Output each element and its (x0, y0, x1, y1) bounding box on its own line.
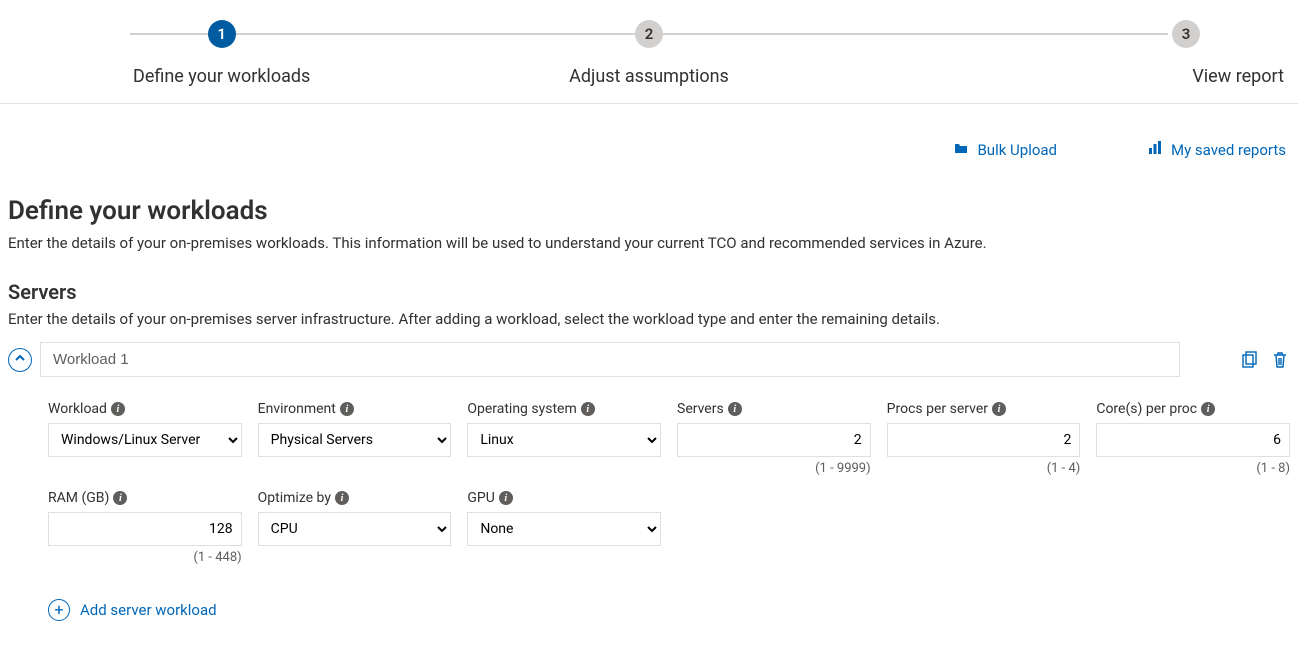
label-text: RAM (GB) (48, 490, 109, 506)
servers-input[interactable] (677, 423, 871, 457)
step-label: View report (1192, 66, 1284, 87)
servers-subtext: Enter the details of your on-premises se… (8, 310, 1290, 328)
stepper: 1 Define your workloads 2 Adjust assumpt… (0, 0, 1298, 104)
workload-name-input[interactable] (40, 342, 1180, 377)
info-icon[interactable]: i (111, 402, 125, 416)
field-label: Operating system i (467, 401, 661, 417)
main-content: Define your workloads Enter the details … (0, 168, 1298, 641)
info-icon[interactable]: i (335, 491, 349, 505)
field-label: GPU i (467, 490, 661, 506)
link-label: My saved reports (1171, 141, 1286, 159)
workload-row-actions (1238, 350, 1290, 370)
ram-input[interactable] (48, 512, 242, 546)
info-icon[interactable]: i (499, 491, 513, 505)
field-operating-system: Operating system i Linux (467, 401, 661, 476)
cores-input[interactable] (1096, 423, 1290, 457)
plus-icon: + (48, 599, 70, 621)
workload-header-row (8, 342, 1290, 377)
info-icon[interactable]: i (113, 491, 127, 505)
upload-icon (953, 140, 969, 160)
field-procs-per-server: Procs per server i (1 - 4) (887, 401, 1081, 476)
field-label: Optimize by i (258, 490, 452, 506)
label-text: Core(s) per proc (1096, 401, 1197, 417)
stepper-line (130, 33, 635, 35)
workload-fields-row1: Workload i Windows/Linux Server Environm… (48, 401, 1290, 476)
page-subtext: Enter the details of your on-premises wo… (8, 234, 1290, 252)
add-server-workload-button[interactable]: + Add server workload (48, 599, 1290, 621)
step-label: Adjust assumptions (569, 66, 729, 87)
field-gpu: GPU i None (467, 490, 661, 565)
bulk-upload-link[interactable]: Bulk Upload (953, 140, 1057, 160)
label-text: Optimize by (258, 490, 331, 506)
field-hint: (1 - 448) (48, 550, 242, 565)
step-number: 3 (1172, 20, 1200, 48)
collapse-toggle[interactable] (8, 348, 32, 372)
label-text: GPU (467, 490, 494, 506)
add-label: Add server workload (80, 601, 217, 619)
stepper-line (663, 33, 1168, 35)
field-hint: (1 - 8) (1096, 461, 1290, 476)
duplicate-button[interactable] (1238, 350, 1258, 370)
step-adjust-assumptions[interactable]: 2 Adjust assumptions (435, 20, 862, 87)
my-saved-reports-link[interactable]: My saved reports (1147, 140, 1286, 160)
bar-chart-icon (1147, 140, 1163, 160)
step-define-workloads[interactable]: 1 Define your workloads (8, 20, 435, 87)
procs-input[interactable] (887, 423, 1081, 457)
gpu-select[interactable]: None (467, 512, 661, 546)
field-label: Procs per server i (887, 401, 1081, 417)
field-environment: Environment i Physical Servers (258, 401, 452, 476)
info-icon[interactable]: i (340, 402, 354, 416)
link-label: Bulk Upload (977, 141, 1057, 159)
field-hint: (1 - 4) (887, 461, 1081, 476)
trash-icon (1270, 358, 1290, 374)
optimize-select[interactable]: CPU (258, 512, 452, 546)
operating-system-select[interactable]: Linux (467, 423, 661, 457)
servers-heading: Servers (8, 280, 1290, 304)
info-icon[interactable]: i (1201, 402, 1215, 416)
step-label: Define your workloads (133, 66, 310, 87)
field-workload: Workload i Windows/Linux Server (48, 401, 242, 476)
step-view-report[interactable]: 3 View report (863, 20, 1290, 87)
page-title: Define your workloads (8, 196, 1290, 226)
field-label: Servers i (677, 401, 871, 417)
field-label: Core(s) per proc i (1096, 401, 1290, 417)
info-icon[interactable]: i (581, 402, 595, 416)
field-label: Workload i (48, 401, 242, 417)
field-servers: Servers i (1 - 9999) (677, 401, 871, 476)
workload-select[interactable]: Windows/Linux Server (48, 423, 242, 457)
label-text: Environment (258, 401, 336, 417)
field-label: Environment i (258, 401, 452, 417)
info-icon[interactable]: i (728, 402, 742, 416)
field-label: RAM (GB) i (48, 490, 242, 506)
environment-select[interactable]: Physical Servers (258, 423, 452, 457)
step-number: 1 (208, 20, 236, 48)
field-cores-per-proc: Core(s) per proc i (1 - 8) (1096, 401, 1290, 476)
chevron-up-icon (14, 352, 26, 368)
label-text: Servers (677, 401, 724, 417)
delete-button[interactable] (1270, 350, 1290, 370)
label-text: Procs per server (887, 401, 988, 417)
copy-icon (1238, 358, 1258, 374)
label-text: Operating system (467, 401, 576, 417)
field-hint: (1 - 9999) (677, 461, 871, 476)
step-number: 2 (635, 20, 663, 48)
field-ram: RAM (GB) i (1 - 448) (48, 490, 242, 565)
field-optimize-by: Optimize by i CPU (258, 490, 452, 565)
info-icon[interactable]: i (992, 402, 1006, 416)
label-text: Workload (48, 401, 107, 417)
workload-fields-row2: RAM (GB) i (1 - 448) Optimize by i CPU G… (48, 490, 1290, 565)
top-links: Bulk Upload My saved reports (0, 104, 1298, 168)
